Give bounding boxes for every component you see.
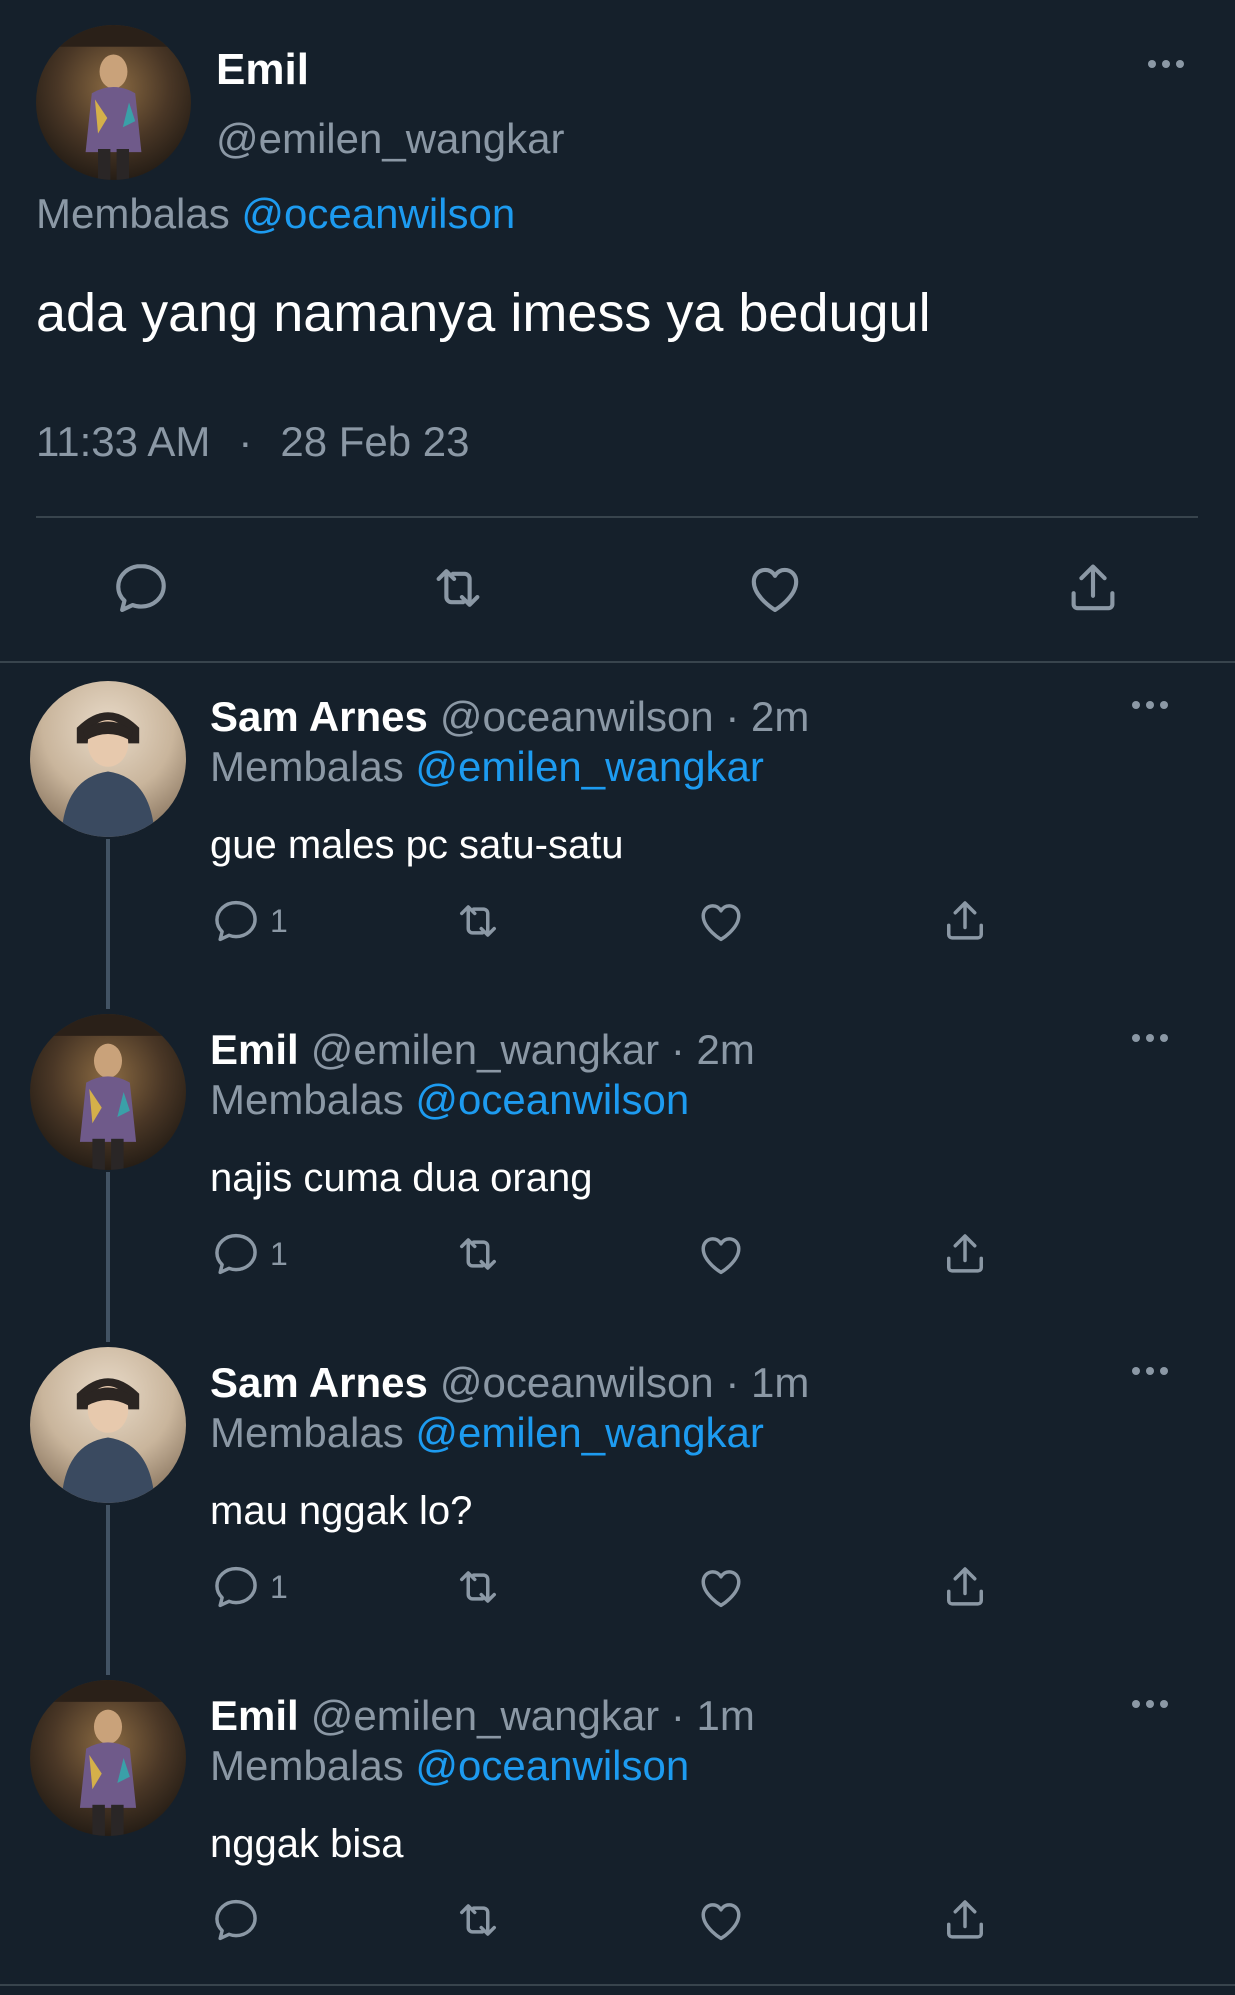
reply-text: mau nggak lo? <box>210 1489 473 1533</box>
retweet-icon[interactable] <box>423 548 493 628</box>
reply-icon[interactable] <box>210 1890 270 1950</box>
replying-to-link[interactable]: @emilen_wangkar <box>415 743 763 790</box>
divider <box>36 516 1198 518</box>
reply-author-handle[interactable]: @oceanwilson <box>440 693 714 740</box>
reply-count: 1 <box>270 1568 288 1605</box>
reply-count: 1 <box>270 902 288 939</box>
share-icon[interactable] <box>939 1890 991 1950</box>
tweet-text: ada yang namanya imess ya bedugul <box>36 283 931 343</box>
reply-time[interactable]: · 1m <box>725 1359 809 1406</box>
reply-header: Emil @emilen_wangkar · 2m <box>210 1026 755 1074</box>
reply-actions <box>0 1890 1235 1950</box>
reply-tweet[interactable]: Emil @emilen_wangkar · 1m Membalas @ocean… <box>0 1662 1235 1995</box>
replying-to: Membalas @oceanwilson <box>210 1076 689 1124</box>
replying-label: Membalas <box>210 1742 404 1789</box>
bottom-divider <box>0 1984 1235 1986</box>
like-icon[interactable] <box>695 1557 747 1617</box>
avatar[interactable] <box>30 1014 186 1170</box>
reply-author-handle[interactable]: @oceanwilson <box>440 1359 714 1406</box>
reply-text: nggak bisa <box>210 1822 404 1866</box>
reply-time[interactable]: · 2m <box>725 693 809 740</box>
reply-author-name[interactable]: Sam Arnes <box>210 693 428 740</box>
replying-label: Membalas <box>36 190 230 237</box>
reply-icon[interactable]: 1 <box>210 891 288 951</box>
like-icon[interactable] <box>740 548 810 628</box>
replying-to-link[interactable]: @emilen_wangkar <box>415 1409 763 1456</box>
tweet-timestamp: 11:33 AM · 28 Feb 23 <box>36 418 470 466</box>
replying-to: Membalas @emilen_wangkar <box>210 1409 764 1457</box>
more-options-icon[interactable] <box>1132 1367 1168 1375</box>
reply-author-handle[interactable]: @emilen_wangkar <box>311 1026 659 1073</box>
reply-icon[interactable] <box>106 548 176 628</box>
replying-to: Membalas @oceanwilson <box>210 1742 689 1790</box>
like-icon[interactable] <box>695 891 747 951</box>
retweet-icon[interactable] <box>452 891 504 951</box>
reply-tweet[interactable]: Sam Arnes @oceanwilson · 1m Membalas @emi… <box>0 1329 1235 1675</box>
reply-author-name[interactable]: Emil <box>210 1692 299 1739</box>
share-icon[interactable] <box>1058 548 1128 628</box>
reply-icon[interactable]: 1 <box>210 1224 288 1284</box>
more-options-icon[interactable] <box>1132 1034 1168 1042</box>
author-name[interactable]: Emil <box>216 45 309 95</box>
reply-text: gue males pc satu-satu <box>210 823 624 867</box>
reply-header: Sam Arnes @oceanwilson · 2m <box>210 693 809 741</box>
share-icon[interactable] <box>939 1557 991 1617</box>
reply-count: 1 <box>270 1235 288 1272</box>
replying-to-link[interactable]: @oceanwilson <box>241 190 515 237</box>
reply-header: Emil @emilen_wangkar · 1m <box>210 1692 755 1740</box>
tweet-actions <box>0 548 1235 628</box>
reply-actions: 1 <box>0 1224 1235 1284</box>
replying-to: Membalas @oceanwilson <box>36 190 515 238</box>
reply-text: najis cuma dua orang <box>210 1156 593 1200</box>
replying-to-link[interactable]: @oceanwilson <box>415 1742 689 1789</box>
more-options-icon[interactable] <box>1132 1700 1168 1708</box>
avatar[interactable] <box>30 1680 186 1836</box>
like-icon[interactable] <box>695 1224 747 1284</box>
more-options-icon[interactable] <box>1148 60 1184 68</box>
reply-header: Sam Arnes @oceanwilson · 1m <box>210 1359 809 1407</box>
author-handle[interactable]: @emilen_wangkar <box>216 115 564 163</box>
like-icon[interactable] <box>695 1890 747 1950</box>
reply-icon[interactable]: 1 <box>210 1557 288 1617</box>
reply-author-name[interactable]: Sam Arnes <box>210 1359 428 1406</box>
retweet-icon[interactable] <box>452 1890 504 1950</box>
reply-actions: 1 <box>0 891 1235 951</box>
reply-author-handle[interactable]: @emilen_wangkar <box>311 1692 659 1739</box>
avatar[interactable] <box>30 681 186 837</box>
avatar[interactable] <box>30 1347 186 1503</box>
retweet-icon[interactable] <box>452 1224 504 1284</box>
reply-time[interactable]: · 2m <box>671 1026 755 1073</box>
tweet-time[interactable]: 11:33 AM <box>36 418 210 465</box>
share-icon[interactable] <box>939 891 991 951</box>
share-icon[interactable] <box>939 1224 991 1284</box>
replying-to-link[interactable]: @oceanwilson <box>415 1076 689 1123</box>
retweet-icon[interactable] <box>452 1557 504 1617</box>
reply-tweet[interactable]: Emil @emilen_wangkar · 2m Membalas @ocean… <box>0 996 1235 1342</box>
reply-author-name[interactable]: Emil <box>210 1026 299 1073</box>
main-tweet: Emil @emilen_wangkar Membalas @oceanwils… <box>0 0 1235 662</box>
replying-label: Membalas <box>210 743 404 790</box>
reply-actions: 1 <box>0 1557 1235 1617</box>
replying-to: Membalas @emilen_wangkar <box>210 743 764 791</box>
reply-tweet[interactable]: Sam Arnes @oceanwilson · 2m Membalas @emi… <box>0 663 1235 1009</box>
reply-time[interactable]: · 1m <box>671 1692 755 1739</box>
replying-label: Membalas <box>210 1076 404 1123</box>
avatar[interactable] <box>36 25 191 180</box>
replying-label: Membalas <box>210 1409 404 1456</box>
more-options-icon[interactable] <box>1132 701 1168 709</box>
meta-separator: · <box>238 418 253 465</box>
tweet-date[interactable]: 28 Feb 23 <box>280 418 469 465</box>
